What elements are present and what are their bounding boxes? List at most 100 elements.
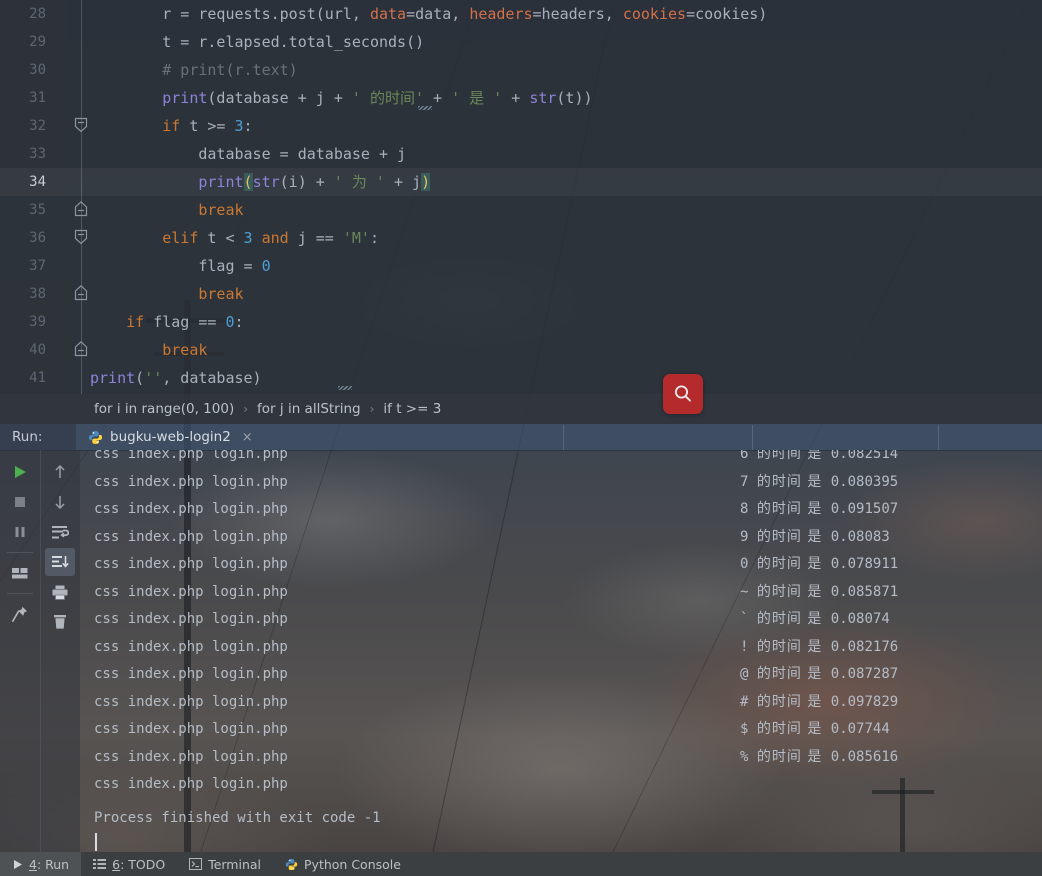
console-line: css index.php login.php 8 的时间 是 0.091507	[80, 496, 1042, 524]
print-button[interactable]	[45, 578, 75, 606]
code-token: (	[135, 369, 145, 387]
console-line-right: 0 的时间 是 0.078911	[740, 551, 898, 579]
code-token: , database)	[162, 369, 262, 387]
status-item-label: 4: Run	[29, 856, 70, 872]
code-lines[interactable]: 28 r = requests.post(url, data=data, hea…	[0, 0, 1042, 394]
code-fold-up-icon[interactable]	[74, 341, 88, 357]
code-line[interactable]: 35 break	[0, 196, 1042, 224]
console-key: 0	[740, 556, 749, 572]
status-terminal[interactable]: Terminal	[177, 852, 273, 876]
console-label: 的时间 是	[756, 666, 823, 682]
code-line[interactable]: 40 break	[0, 336, 1042, 364]
stop-button[interactable]	[5, 488, 35, 516]
code-token: 3	[234, 117, 244, 135]
console-value: 0.087287	[830, 666, 899, 682]
console-value: 0.08074	[830, 611, 890, 627]
code-token: :	[369, 229, 379, 247]
code-token: ' 是 '	[451, 89, 503, 107]
breadcrumb-item[interactable]: if t >= 3	[383, 401, 441, 417]
code-fold-down-icon[interactable]	[74, 117, 88, 133]
code-token: print	[90, 369, 136, 387]
code-line[interactable]: 30 # print(r.text)	[0, 56, 1042, 84]
code-line[interactable]: 39 if flag == 0:	[0, 308, 1042, 336]
code-token: t >=	[180, 117, 235, 135]
code-token: )	[421, 173, 431, 191]
line-number: 41	[29, 370, 46, 386]
pin-button[interactable]	[5, 600, 35, 628]
code-token: headers	[469, 5, 533, 23]
line-number: 34	[29, 174, 46, 190]
pycharm-window: 28 r = requests.post(url, data=data, hea…	[0, 0, 1042, 876]
run-tool-window-header: Run: bugku-web-login2 ×	[0, 424, 1042, 451]
console-line-right: @ 的时间 是 0.087287	[740, 661, 898, 689]
code-token: 'M'	[342, 229, 370, 247]
breadcrumb-item[interactable]: for j in allString	[257, 401, 361, 417]
run-configuration-name: bugku-web-login2	[110, 429, 231, 445]
code-token: j ==	[288, 229, 343, 247]
search-everywhere-badge[interactable]	[663, 374, 703, 414]
status-run[interactable]: 4: Run	[0, 852, 82, 876]
clear-all-button[interactable]	[45, 608, 75, 636]
code-token: :	[243, 117, 253, 135]
run-toolbar	[0, 450, 80, 852]
breadcrumb[interactable]: for i in range(0, 100) › for j in allStrin…	[0, 394, 1042, 424]
console-line-right: 8 的时间 是 0.091507	[740, 496, 898, 524]
code-token: (i) +	[279, 173, 334, 191]
line-number: 36	[29, 230, 46, 246]
run-configuration-tab[interactable]: bugku-web-login2 ×	[76, 424, 263, 450]
code-line-text: if flag == 0:	[90, 308, 244, 336]
console-line: css index.php login.php ~ 的时间 是 0.085871	[80, 579, 1042, 607]
layout-button[interactable]	[5, 559, 35, 587]
console-line-left: css index.php login.php	[94, 776, 288, 792]
soft-wrap-button[interactable]	[45, 518, 75, 546]
code-editor[interactable]: 28 r = requests.post(url, data=data, hea…	[0, 0, 1042, 424]
arrow-up-icon	[52, 463, 68, 481]
play-icon	[12, 859, 23, 870]
breadcrumb-separator-icon: ›	[369, 402, 375, 416]
console-line-left: css index.php login.php	[94, 501, 288, 517]
code-fold-down-icon[interactable]	[74, 229, 88, 245]
rerun-button[interactable]	[5, 458, 35, 486]
console-line-right: % 的时间 是 0.085616	[740, 744, 898, 772]
previous-occurrence-button[interactable]	[45, 458, 75, 486]
typo-squiggle	[418, 106, 432, 110]
code-line[interactable]: 32 if t >= 3:	[0, 112, 1042, 140]
code-token: :	[234, 313, 244, 331]
code-line[interactable]: 28 r = requests.post(url, data=data, hea…	[0, 0, 1042, 28]
code-line[interactable]: 41 print('', database)	[0, 364, 1042, 392]
line-number: 30	[29, 62, 46, 78]
status-todo[interactable]: 6: TODO	[81, 852, 177, 876]
code-line[interactable]: 37 flag = 0	[0, 252, 1042, 280]
status-python-console[interactable]: Python Console	[273, 852, 413, 876]
code-line[interactable]: 29 t = r.elapsed.total_seconds()	[0, 28, 1042, 56]
close-icon[interactable]: ×	[242, 430, 253, 445]
code-token: cookies	[622, 5, 687, 23]
code-fold-up-icon[interactable]	[74, 201, 88, 217]
console-key: #	[740, 693, 749, 710]
code-line[interactable]: 38 break	[0, 280, 1042, 308]
console-line-right: # 的时间 是 0.097829	[740, 689, 898, 717]
code-line[interactable]: 34 print(str(i) + ' 为 ' + j)	[0, 168, 1042, 196]
breadcrumb-item[interactable]: for i in range(0, 100)	[94, 401, 234, 417]
run-label: Run:	[0, 424, 76, 450]
next-occurrence-button[interactable]	[45, 488, 75, 516]
code-token: database = database + j	[90, 145, 407, 163]
code-line[interactable]: 36 elif t < 3 and j == 'M':	[0, 224, 1042, 252]
console-label: 的时间 是	[756, 721, 823, 737]
code-line[interactable]: 31 print(database + j + ' 的时间' + ' 是 ' +…	[0, 84, 1042, 112]
scroll-to-end-button[interactable]	[45, 548, 76, 576]
console-line: css index.php login.php	[80, 771, 1042, 799]
code-fold-up-icon[interactable]	[74, 285, 88, 301]
soft-wrap-icon	[51, 524, 70, 540]
run-console-output[interactable]: css index.php login.php 6 的时间 是 0.082514 c…	[80, 450, 1042, 852]
console-line: css index.php login.php 7 的时间 是 0.080395	[80, 469, 1042, 497]
python-file-icon	[88, 430, 103, 445]
pause-button[interactable]	[5, 518, 35, 546]
code-line[interactable]: 33 database = database + j	[0, 140, 1042, 168]
console-label: 的时间 是	[756, 638, 823, 655]
console-line: css index.php login.php% 的时间 是 0.085616	[80, 744, 1042, 772]
